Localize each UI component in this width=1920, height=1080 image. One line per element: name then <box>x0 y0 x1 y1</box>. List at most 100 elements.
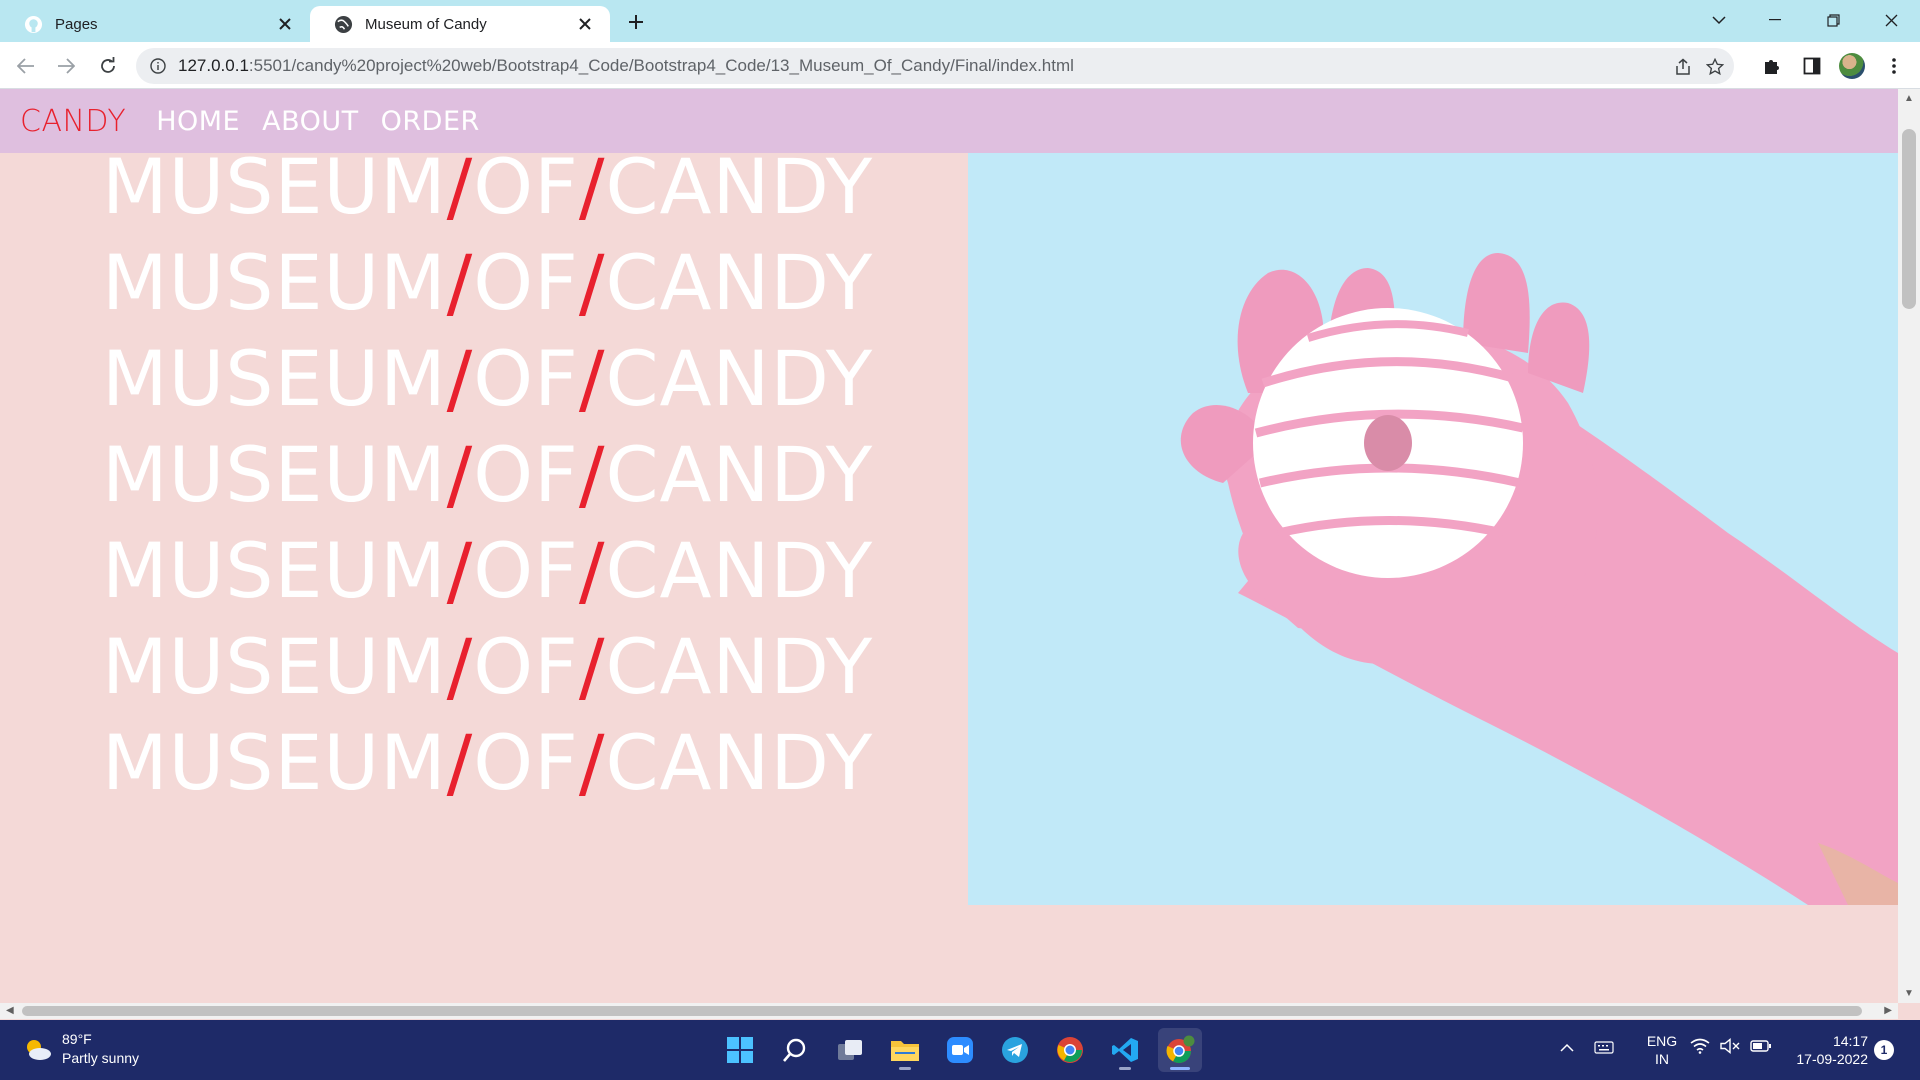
page-viewport: CANDY HOME ABOUT ORDER MUSEUM/OF/CANDY MU… <box>0 89 1898 1003</box>
quick-settings-button[interactable] <box>1690 1038 1772 1054</box>
start-button[interactable] <box>718 1028 762 1072</box>
headline-slash: / <box>578 526 606 615</box>
brand-link[interactable]: CANDY <box>20 104 126 139</box>
notification-badge[interactable]: 1 <box>1874 1040 1894 1060</box>
avatar <box>1839 53 1865 79</box>
tab-search-button[interactable] <box>1696 4 1742 36</box>
extensions-button[interactable] <box>1756 50 1788 82</box>
headline-word-museum: MUSEUM <box>102 334 447 423</box>
telegram-app-button[interactable] <box>993 1028 1037 1072</box>
chrome-app-button[interactable] <box>1048 1028 1092 1072</box>
chrome-icon <box>1057 1037 1083 1063</box>
scroll-right-arrow-icon[interactable]: ▶ <box>1884 1005 1892 1016</box>
headline-word-of: OF <box>473 622 579 711</box>
close-icon[interactable] <box>574 13 596 35</box>
menu-button[interactable] <box>1878 50 1910 82</box>
reload-button[interactable] <box>92 50 124 82</box>
reload-icon <box>101 57 115 73</box>
headline-word-museum: MUSEUM <box>102 430 447 519</box>
headline-line: MUSEUM/OF/CANDY <box>102 523 873 619</box>
weather-condition: Partly sunny <box>62 1050 140 1066</box>
horizontal-scrollbar[interactable]: ◀ ▶ <box>0 1003 1898 1019</box>
volume-muted-icon <box>1720 1038 1740 1054</box>
headline-slash: / <box>446 334 474 423</box>
new-tab-button[interactable] <box>622 8 650 36</box>
url-text: 127.0.0.1:5501/candy%20project%20web/Boo… <box>178 56 1074 76</box>
show-hidden-icons-button[interactable] <box>1560 1038 1574 1056</box>
headline-slash: / <box>446 430 474 519</box>
headline-slash: / <box>578 238 606 327</box>
headline-slash: / <box>446 718 474 807</box>
side-panel-button[interactable] <box>1796 50 1828 82</box>
headline-word-of: OF <box>473 334 579 423</box>
nav-link-home[interactable]: HOME <box>156 106 240 137</box>
github-icon <box>24 15 43 34</box>
side-panel-icon <box>1803 57 1821 75</box>
partly-sunny-icon <box>27 1040 51 1060</box>
vscode-app-button[interactable] <box>1103 1028 1147 1072</box>
language-indicator[interactable]: ENG IN <box>1640 1032 1684 1068</box>
minimize-button[interactable] <box>1752 4 1798 36</box>
close-icon[interactable] <box>274 13 296 35</box>
headline-word-candy: CANDY <box>605 238 874 327</box>
restore-button[interactable] <box>1810 4 1856 36</box>
weather-widget[interactable]: 89°F Partly sunny <box>22 1030 139 1068</box>
nav-link-about[interactable]: ABOUT <box>262 106 359 137</box>
headline-word-museum: MUSEUM <box>102 526 447 615</box>
language-code: ENG <box>1646 1033 1678 1049</box>
chevron-down-icon <box>1712 15 1726 24</box>
file-explorer-button[interactable] <box>883 1028 927 1072</box>
windows-logo-icon <box>727 1037 753 1063</box>
close-window-button[interactable] <box>1868 4 1914 36</box>
scroll-up-arrow-icon[interactable]: ▲ <box>1904 93 1914 104</box>
weather-temp: 89°F <box>62 1031 92 1047</box>
headline-slash: / <box>578 142 606 231</box>
url-host: 127.0.0.1 <box>178 56 249 75</box>
headline-line: MUSEUM/OF/CANDY <box>102 139 873 235</box>
headline-word-museum: MUSEUM <box>102 238 447 327</box>
task-view-button[interactable] <box>828 1028 872 1072</box>
globe-icon <box>334 15 353 34</box>
headline-slash: / <box>446 238 474 327</box>
tab-pages[interactable]: Pages <box>0 6 310 42</box>
vscode-icon <box>1112 1038 1138 1062</box>
running-indicator <box>1119 1067 1131 1070</box>
bookmark-star-icon[interactable] <box>1704 56 1726 78</box>
headline-line: MUSEUM/OF/CANDY <box>102 619 873 715</box>
hero-image <box>968 153 1898 905</box>
headline-word-museum: MUSEUM <box>102 718 447 807</box>
address-bar[interactable]: 127.0.0.1:5501/candy%20project%20web/Boo… <box>136 48 1734 84</box>
url-path: :5501/candy%20project%20web/Bootstrap4_C… <box>248 56 1074 75</box>
profile-button[interactable] <box>1836 50 1868 82</box>
scroll-left-arrow-icon[interactable]: ◀ <box>6 1005 14 1016</box>
nav-link-order[interactable]: ORDER <box>381 106 480 137</box>
headline-slash: / <box>446 622 474 711</box>
headline-word-museum: MUSEUM <box>102 622 447 711</box>
horizontal-scroll-thumb[interactable] <box>22 1006 1862 1016</box>
taskbar-search-button[interactable] <box>773 1028 817 1072</box>
back-button[interactable] <box>10 50 42 82</box>
headline-word-candy: CANDY <box>605 622 874 711</box>
headline-line: MUSEUM/OF/CANDY <box>102 235 873 331</box>
language-region: IN <box>1655 1051 1669 1067</box>
scroll-down-arrow-icon[interactable]: ▼ <box>1904 988 1914 999</box>
zoom-app-button[interactable] <box>938 1028 982 1072</box>
chrome-profile-app-button[interactable] <box>1158 1028 1202 1072</box>
clock-time: 14:17 <box>1832 1033 1868 1049</box>
battery-icon <box>1750 1040 1771 1052</box>
vertical-scroll-thumb[interactable] <box>1902 129 1916 309</box>
touch-keyboard-button[interactable] <box>1594 1040 1614 1058</box>
task-view-icon <box>838 1040 862 1060</box>
minimize-icon <box>1769 19 1781 21</box>
info-icon[interactable] <box>150 58 166 74</box>
headline-word-of: OF <box>473 238 579 327</box>
share-icon[interactable] <box>1672 56 1694 78</box>
running-indicator <box>1170 1067 1190 1070</box>
headline-word-candy: CANDY <box>605 526 874 615</box>
vertical-scrollbar[interactable]: ▲ ▼ <box>1898 89 1920 1003</box>
headline-word-of: OF <box>473 142 579 231</box>
forward-button[interactable] <box>50 50 82 82</box>
tab-museum-of-candy[interactable]: Museum of Candy <box>310 6 610 42</box>
clock[interactable]: 14:17 17-09-2022 <box>1780 1032 1868 1068</box>
arrow-right-icon <box>58 58 75 74</box>
